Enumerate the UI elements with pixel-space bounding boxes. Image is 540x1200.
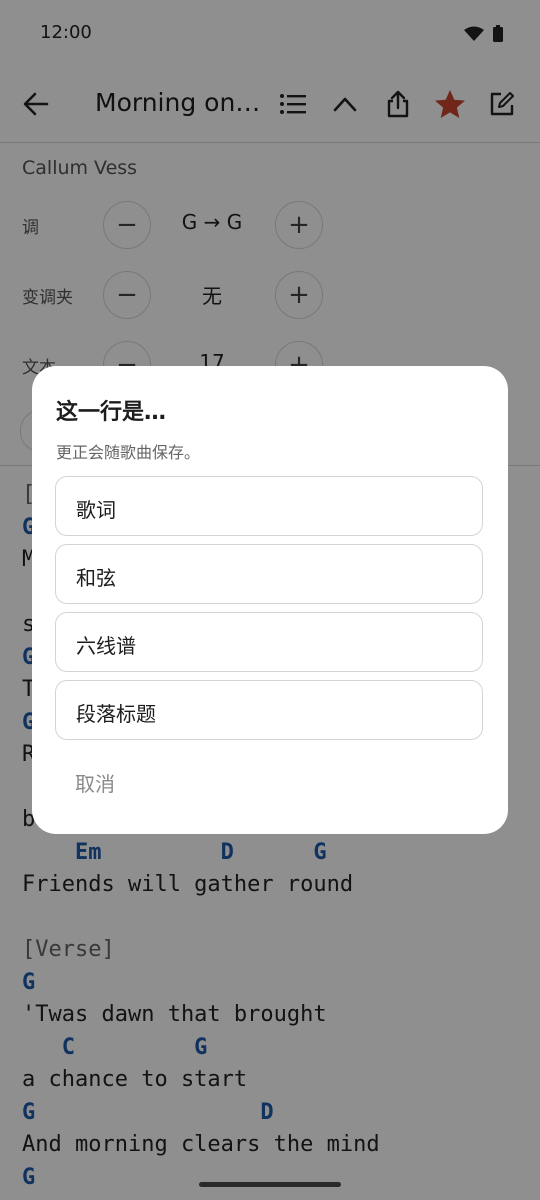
option-label: 六线谱	[76, 634, 136, 658]
song-screen: 12:00 Morning on the Hill	[0, 0, 540, 1200]
option-label: 和弦	[76, 566, 116, 590]
option-label: 歌词	[76, 498, 116, 522]
option-tab[interactable]: 六线谱	[55, 612, 483, 672]
option-lyrics[interactable]: 歌词	[55, 476, 483, 536]
dialog-subtitle: 更正会随歌曲保存。	[56, 443, 201, 462]
dialog-title: 这一行是…	[56, 400, 167, 425]
cancel-button[interactable]: 取消	[75, 768, 115, 797]
navigation-handle[interactable]	[199, 1182, 341, 1187]
option-label: 段落标题	[76, 702, 156, 726]
line-type-dialog: 这一行是… 更正会随歌曲保存。 歌词 和弦 六线谱 段落标题 取消	[32, 366, 508, 834]
option-section-title[interactable]: 段落标题	[55, 680, 483, 740]
option-chords[interactable]: 和弦	[55, 544, 483, 604]
